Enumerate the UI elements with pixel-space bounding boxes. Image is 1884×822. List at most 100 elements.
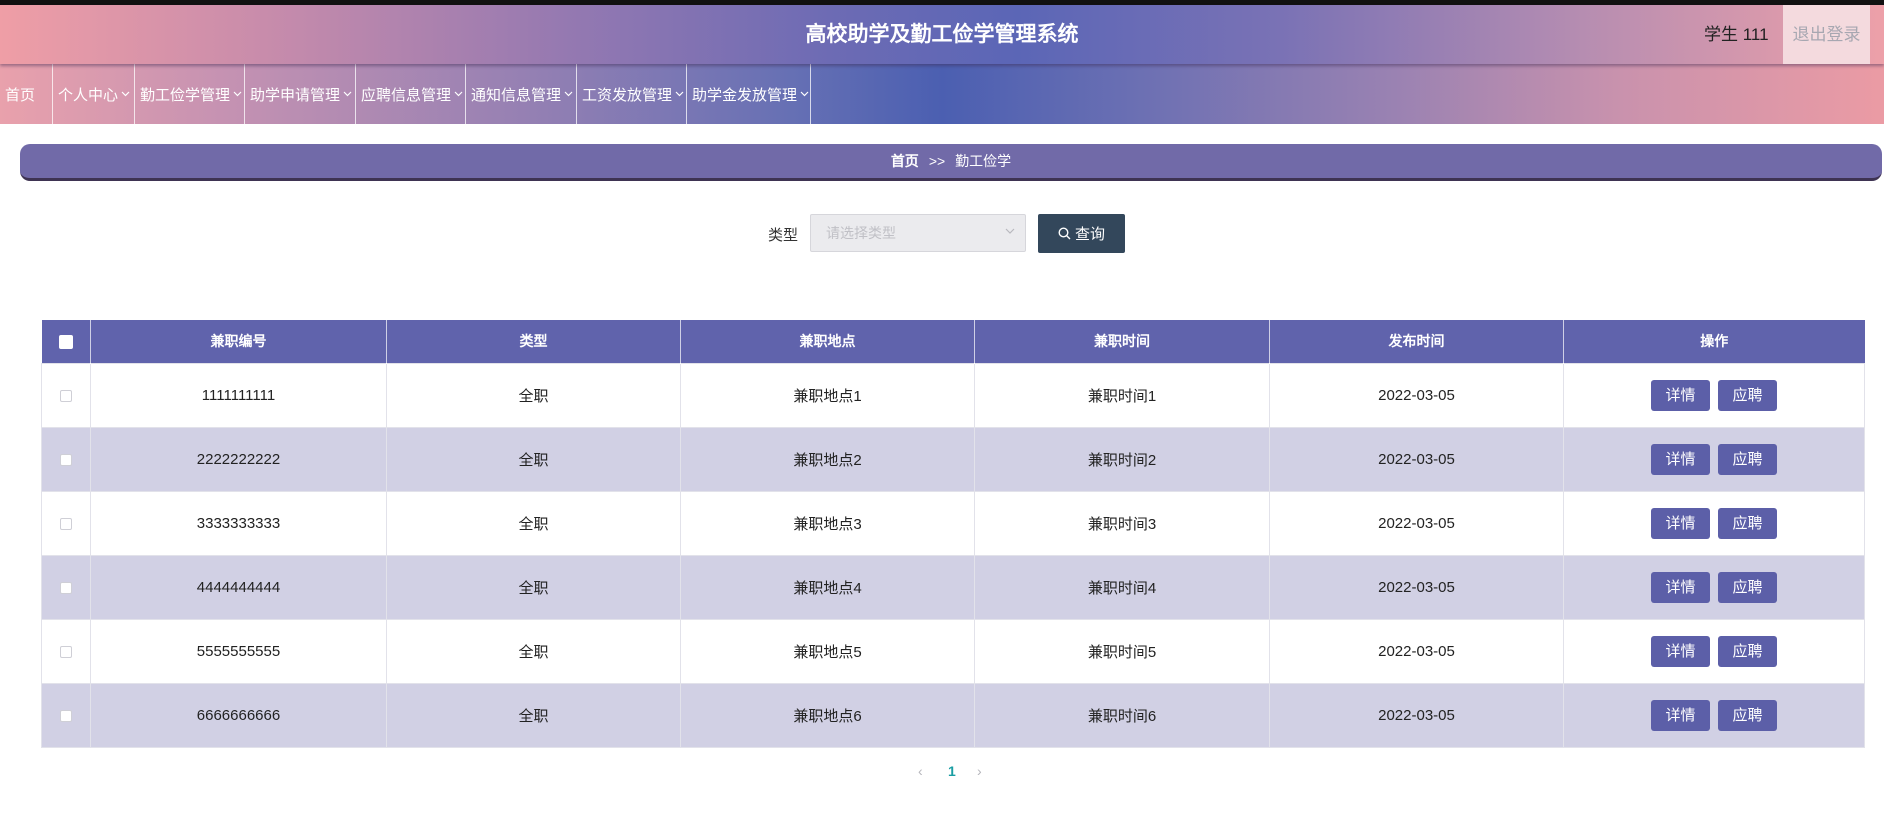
- detail-button[interactable]: 详情: [1651, 507, 1710, 539]
- job-table: 兼职编号 类型 兼职地点 兼职时间 发布时间 操作 1111111111 全职 兼职…: [41, 320, 1865, 748]
- chevron-down-icon: [675, 91, 684, 97]
- search-icon: [1058, 227, 1071, 240]
- logout-button[interactable]: 退出登录: [1783, 5, 1870, 64]
- main-nav: 首页 个人中心 勤工俭学管理 助学申请管理 应聘信息管理 通知信息管理 工资发放…: [0, 64, 1884, 124]
- publish-date-cell: 2022-03-05: [1269, 618, 1564, 684]
- row-checkbox[interactable]: [60, 453, 72, 466]
- detail-button[interactable]: 详情: [1651, 699, 1710, 731]
- nav-item-job-applications[interactable]: 应聘信息管理: [356, 64, 466, 124]
- app-header: 高校助学及勤工俭学管理系统 学生 111 退出登录: [0, 5, 1884, 64]
- table-row: 1111111111 全职 兼职地点1 兼职时间1 2022-03-05 详情 应聘: [41, 362, 1865, 428]
- apply-button[interactable]: 应聘: [1718, 699, 1777, 731]
- job-id-cell: 3333333333: [90, 490, 387, 556]
- location-cell: 兼职地点2: [680, 426, 975, 492]
- chevron-right-icon[interactable]: ›: [977, 760, 982, 782]
- column-header-time: 兼职时间: [974, 320, 1270, 363]
- nav-item-wages[interactable]: 工资发放管理: [577, 64, 687, 124]
- detail-button[interactable]: 详情: [1651, 571, 1710, 603]
- apply-button[interactable]: 应聘: [1718, 571, 1777, 603]
- nav-item-label: 个人中心: [58, 86, 119, 104]
- actions-cell: 详情 应聘: [1563, 618, 1865, 684]
- job-type-cell: 全职: [386, 362, 681, 428]
- job-type-cell: 全职: [386, 426, 681, 492]
- nav-item-label: 工资发放管理: [582, 86, 673, 104]
- row-select-cell: [41, 490, 91, 556]
- nav-item-grants[interactable]: 助学金发放管理: [687, 64, 811, 124]
- chevron-down-icon: [564, 91, 573, 97]
- breadcrumb-separator: >>: [928, 153, 946, 169]
- column-header-location: 兼职地点: [680, 320, 975, 363]
- column-header-actions: 操作: [1700, 333, 1729, 350]
- job-id-cell: 6666666666: [90, 682, 387, 748]
- row-checkbox[interactable]: [60, 581, 72, 594]
- chevron-down-icon: [233, 91, 242, 97]
- nav-item-label: 首页: [5, 86, 36, 104]
- nav-item-label: 助学申请管理: [250, 86, 341, 104]
- search-button[interactable]: 查询: [1038, 214, 1125, 253]
- nav-item-profile[interactable]: 个人中心: [53, 64, 135, 124]
- detail-button[interactable]: 详情: [1651, 635, 1710, 667]
- nav-item-home[interactable]: 首页: [0, 64, 53, 124]
- location-cell: 兼职地点3: [680, 490, 975, 556]
- column-header-job-id: 兼职编号: [90, 320, 387, 363]
- row-checkbox[interactable]: [60, 389, 72, 402]
- pagination-current-page[interactable]: 1: [948, 760, 956, 782]
- actions-cell: 详情 应聘: [1563, 490, 1865, 556]
- job-type-cell: 全职: [386, 554, 681, 620]
- location-cell: 兼职地点4: [680, 554, 975, 620]
- apply-button[interactable]: 应聘: [1718, 635, 1777, 667]
- row-select-cell: [41, 554, 91, 620]
- row-select-cell: [41, 618, 91, 684]
- table-row: 2222222222 全职 兼职地点2 兼职时间2 2022-03-05 详情 应聘: [41, 426, 1865, 492]
- chevron-down-icon: [121, 91, 130, 97]
- apply-button[interactable]: 应聘: [1718, 507, 1777, 539]
- column-header-publish-date: 发布时间: [1269, 320, 1564, 363]
- apply-button[interactable]: 应聘: [1718, 379, 1777, 411]
- row-select-cell: [41, 362, 91, 428]
- nav-item-aid-application[interactable]: 助学申请管理: [245, 64, 356, 124]
- select-all-checkbox[interactable]: [58, 335, 73, 350]
- detail-button[interactable]: 详情: [1651, 379, 1710, 411]
- location-cell: 兼职地点6: [680, 682, 975, 748]
- time-cell: 兼职时间2: [974, 426, 1270, 492]
- publish-date-cell: 2022-03-05: [1269, 554, 1564, 620]
- row-checkbox[interactable]: [60, 517, 72, 530]
- job-type-cell: 全职: [386, 490, 681, 556]
- chevron-down-icon: [800, 91, 809, 97]
- table-header-row: 兼职编号 类型 兼职地点 兼职时间 发布时间 操作: [41, 320, 1865, 363]
- job-id-cell: 1111111111: [90, 362, 387, 428]
- table-row: 6666666666 全职 兼职地点6 兼职时间6 2022-03-05 详情 应聘: [41, 682, 1865, 748]
- type-select-placeholder: 请选择类型: [826, 225, 896, 241]
- chevron-left-icon[interactable]: ‹: [918, 760, 923, 782]
- apply-button[interactable]: 应聘: [1718, 443, 1777, 475]
- type-select[interactable]: 请选择类型: [810, 214, 1026, 252]
- nav-item-work-study[interactable]: 勤工俭学管理: [135, 64, 245, 124]
- row-select-cell: [41, 682, 91, 748]
- job-type-cell: 全职: [386, 618, 681, 684]
- publish-date-cell: 2022-03-05: [1269, 362, 1564, 428]
- chevron-down-icon: [343, 91, 352, 97]
- column-header-type: 类型: [386, 320, 681, 363]
- row-checkbox[interactable]: [60, 645, 72, 658]
- job-type-cell: 全职: [386, 682, 681, 748]
- breadcrumb-current: 勤工俭学: [955, 153, 1012, 169]
- table-row: 4444444444 全职 兼职地点4 兼职时间4 2022-03-05 详情 应聘: [41, 554, 1865, 620]
- time-cell: 兼职时间1: [974, 362, 1270, 428]
- time-cell: 兼职时间4: [974, 554, 1270, 620]
- time-cell: 兼职时间6: [974, 682, 1270, 748]
- detail-button[interactable]: 详情: [1651, 443, 1710, 475]
- nav-item-notices[interactable]: 通知信息管理: [466, 64, 577, 124]
- publish-date-cell: 2022-03-05: [1269, 490, 1564, 556]
- app-title: 高校助学及勤工俭学管理系统: [805, 23, 1079, 46]
- nav-item-label: 勤工俭学管理: [140, 86, 231, 104]
- publish-date-cell: 2022-03-05: [1269, 682, 1564, 748]
- row-select-cell: [41, 426, 91, 492]
- table-row: 5555555555 全职 兼职地点5 兼职时间5 2022-03-05 详情 应聘: [41, 618, 1865, 684]
- current-user: 学生 111: [1704, 25, 1769, 44]
- location-cell: 兼职地点5: [680, 618, 975, 684]
- nav-item-label: 助学金发放管理: [692, 86, 798, 104]
- breadcrumb-home[interactable]: 首页: [891, 151, 919, 171]
- select-all-cell: [41, 320, 91, 363]
- row-checkbox[interactable]: [60, 709, 72, 722]
- nav-item-label: 通知信息管理: [471, 86, 562, 104]
